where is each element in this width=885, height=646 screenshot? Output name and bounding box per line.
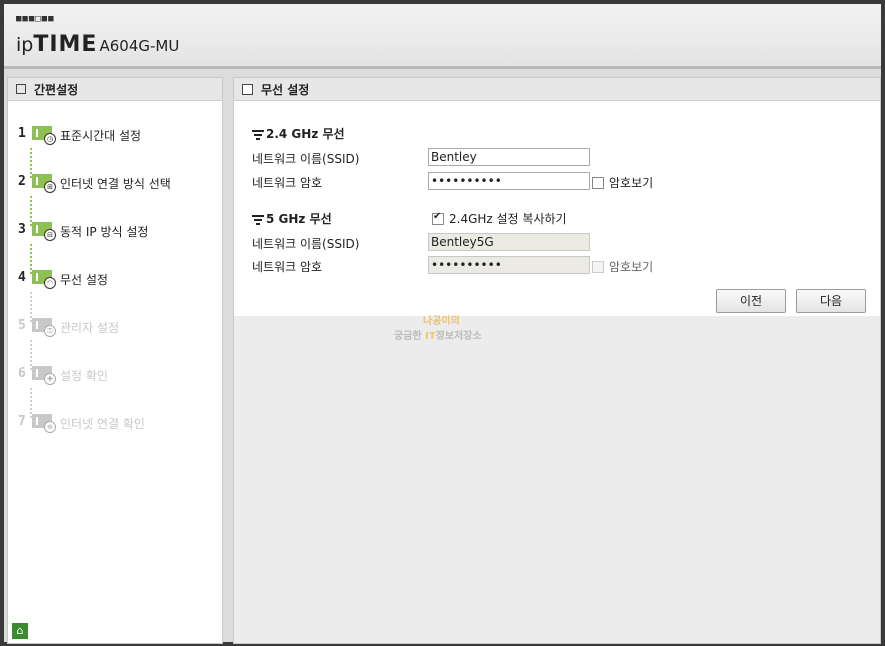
wifi5-password-label: 네트워크 암호 [252,260,323,274]
step-2[interactable]: 2 ⊞ 인터넷 연결 방식 선택 [18,174,171,222]
step-number: 2 [18,174,26,189]
step-7: 7 ⊕ 인터넷 연결 확인 [18,414,171,462]
router-admin-window: ■■■□■■ ipTIME A604G-MU 간편설정 1 ◷ 표준시간대 설정 … [4,4,881,644]
step-3[interactable]: 3 ⊟ 동적 IP 방식 설정 [18,222,171,270]
wifi5-ssid-label: 네트워크 이름(SSID) [252,237,360,251]
copy-24ghz-label: 2.4GHz 설정 복사하기 [449,212,567,226]
brand-logo: ipTIME A604G-MU [16,32,179,57]
admin-lock-icon: ⚿ [32,318,56,337]
step-number: 1 [18,126,26,141]
sidebar: 간편설정 1 ◷ 표준시간대 설정 2 ⊞ 인터넷 연결 방식 선택 3 ⊟ 동… [7,77,223,644]
clock-icon: ◷ [32,126,56,145]
wifi24-show-password-checkbox[interactable]: 암호보기 [592,174,653,191]
step-5: 5 ⚿ 관리자 설정 [18,318,171,366]
wifi5-section-title: 5 GHz 무선 [252,210,332,227]
home-icon[interactable]: ⌂ [12,623,28,639]
wireless-icon: ◠ [32,270,56,289]
sidebar-title-bar: 간편설정 [8,78,222,101]
main-panel: 무선 설정 2.4 GHz 무선 네트워크 이름(SSID) Bentley 네… [233,77,881,644]
wifi24-section-title: 2.4 GHz 무선 [252,125,345,142]
model-name: A604G-MU [99,37,180,55]
step-label: 인터넷 연결 확인 [60,417,145,431]
next-button[interactable]: 다음 [796,289,866,313]
step-list: 1 ◷ 표준시간대 설정 2 ⊞ 인터넷 연결 방식 선택 3 ⊟ 동적 IP … [18,126,171,462]
wifi24-ssid-input[interactable]: Bentley [428,148,590,166]
copy-24ghz-checkbox[interactable]: 2.4GHz 설정 복사하기 [432,210,567,227]
window-icon [242,83,253,95]
show-password-label: 암호보기 [609,260,654,274]
ip-icon: ⊟ [32,222,56,241]
logo-dots: ■■■□■■ [16,14,55,24]
step-number: 3 [18,222,26,237]
brand-time: TIME [33,32,98,57]
wifi24-password-label: 네트워크 암호 [252,176,323,190]
wifi5-show-password-checkbox: 암호보기 [592,258,653,275]
step-label: 관리자 설정 [60,321,120,335]
step-label: 표준시간대 설정 [60,129,142,143]
step-6: 6 ✚ 설정 확인 [18,366,171,414]
main-title-bar: 무선 설정 [234,78,880,101]
network-icon: ⊞ [32,174,56,193]
wifi-icon [252,129,264,140]
brand-ip: ip [16,34,34,56]
step-label: 무선 설정 [60,273,108,287]
step-label: 인터넷 연결 방식 선택 [60,177,171,191]
step-label: 설정 확인 [60,369,108,383]
wifi24-password-input[interactable]: •••••••••• [428,172,590,190]
step-1[interactable]: 1 ◷ 표준시간대 설정 [18,126,171,174]
step-number: 4 [18,270,26,285]
watermark-text: 궁금한 [394,331,422,342]
step-number: 5 [18,318,26,333]
watermark-text: 정보저장소 [435,331,482,342]
magnify-icon [16,84,26,94]
prev-button[interactable]: 이전 [716,289,786,313]
wifi-icon [252,214,264,225]
step-label: 동적 IP 방식 설정 [60,225,149,239]
wifi5-ssid-input: Bentley5G [428,233,590,251]
globe-icon: ⊕ [32,414,56,433]
checkbox-box [592,260,604,273]
main-title: 무선 설정 [261,82,310,97]
wifi5-password-input: •••••••••• [428,256,590,274]
watermark-line1: 나공이의 [423,316,460,327]
wireless-form: 2.4 GHz 무선 네트워크 이름(SSID) Bentley 네트워크 암호… [234,101,880,316]
step-4[interactable]: 4 ◠ 무선 설정 [18,270,171,318]
checkbox-box[interactable] [592,176,604,189]
confirm-icon: ✚ [32,366,56,385]
wifi5-title: 5 GHz 무선 [266,212,332,226]
header: ■■■□■■ ipTIME A604G-MU [4,4,881,69]
sidebar-title: 간편설정 [34,82,79,97]
wifi24-ssid-label: 네트워크 이름(SSID) [252,152,360,166]
step-number: 7 [18,414,26,429]
watermark-line2: 궁금한 IT정보저장소 [394,327,482,342]
checkbox-box[interactable] [432,211,444,225]
watermark-text: IT [425,331,436,342]
step-number: 6 [18,366,26,381]
wifi24-title: 2.4 GHz 무선 [266,127,345,141]
show-password-label: 암호보기 [609,176,654,190]
